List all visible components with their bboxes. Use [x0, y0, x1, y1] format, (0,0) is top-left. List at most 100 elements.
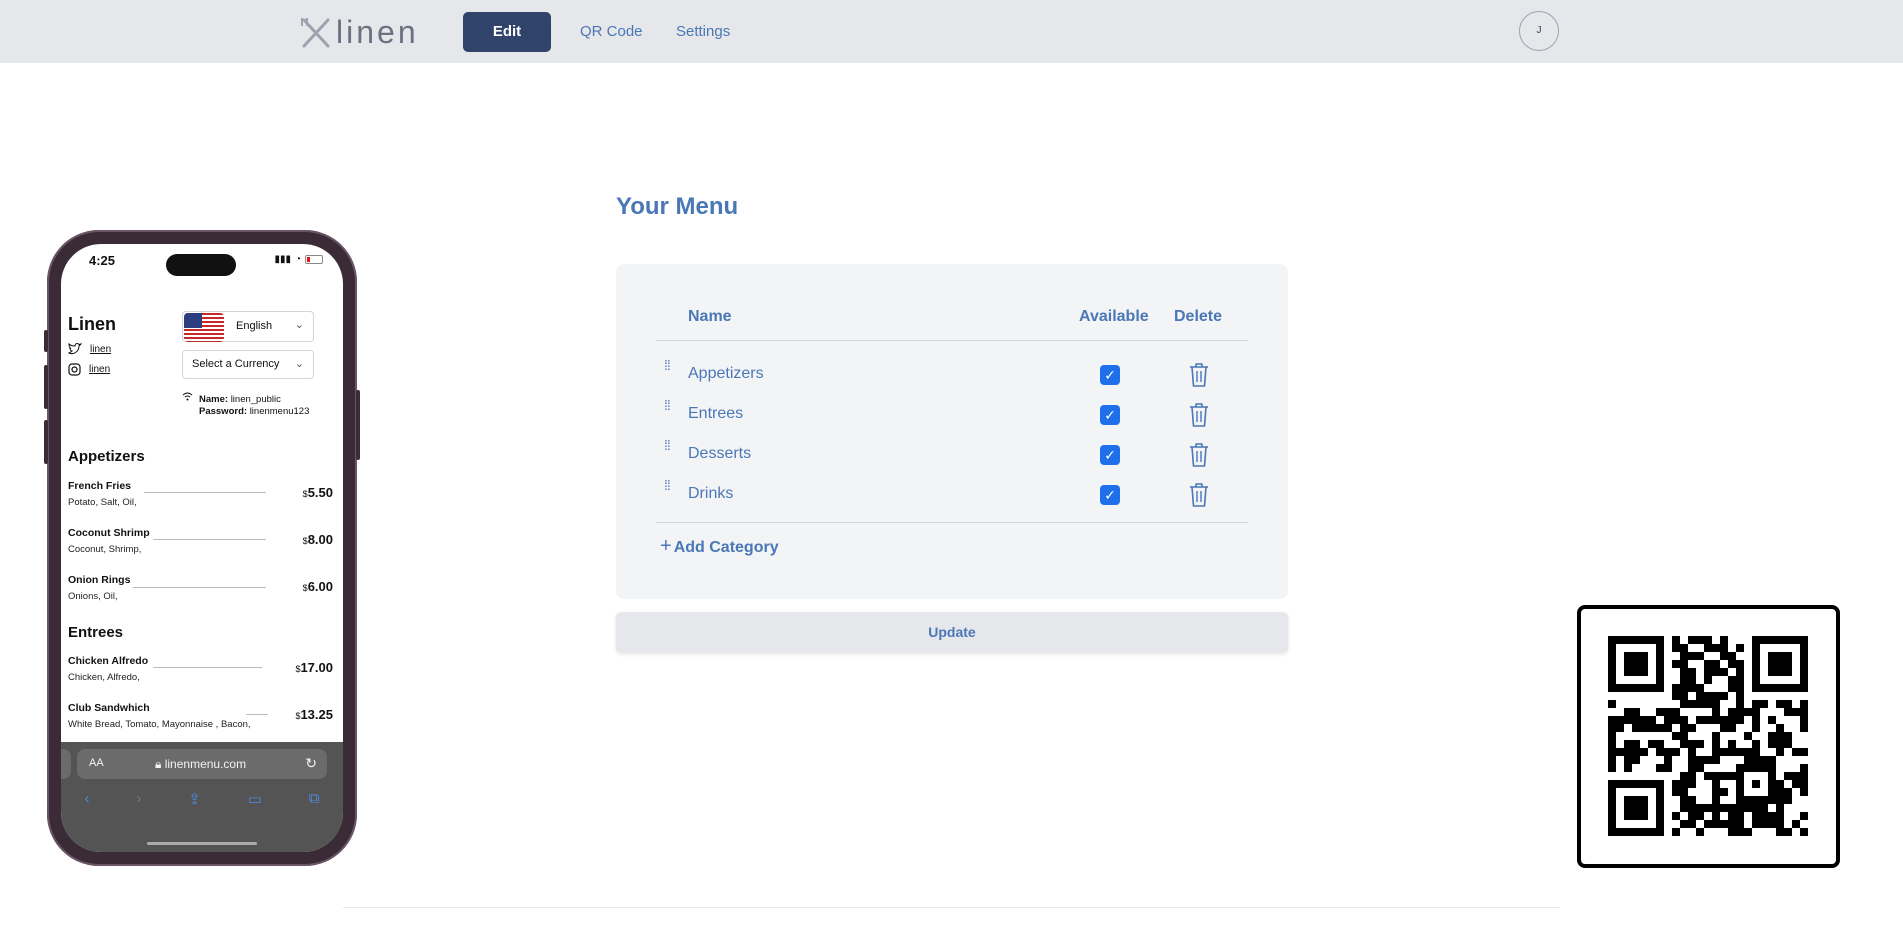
page-title: Your Menu — [616, 193, 739, 220]
us-flag-icon — [184, 313, 224, 342]
available-checkbox[interactable]: ✓ — [1100, 405, 1120, 425]
phone-side-button — [44, 365, 48, 409]
category-name[interactable]: Entrees — [688, 405, 743, 423]
back-icon[interactable]: ‹ — [84, 790, 89, 814]
menu-item-price: $8.00 — [302, 532, 333, 547]
nav-edit-menu[interactable]: Edit Menu — [463, 12, 551, 80]
trash-icon[interactable] — [1187, 482, 1211, 508]
wifi-name-label: Name: — [199, 394, 229, 405]
menu-section-title: Entrees — [68, 624, 124, 641]
price-leader — [133, 587, 266, 588]
wifi-status-icon: ◔ — [294, 254, 301, 265]
category-row: ⁞⁞ Appetizers ✓ — [616, 356, 1288, 396]
drag-handle-icon[interactable]: ⁞⁞ — [664, 438, 671, 452]
drag-handle-icon[interactable]: ⁞⁞ — [664, 398, 671, 412]
menu-item-desc: Chicken, Alfredo, — [68, 672, 140, 683]
user-avatar[interactable]: J — [1519, 11, 1559, 51]
forward-icon[interactable]: › — [136, 790, 141, 814]
language-value: English — [236, 320, 273, 332]
category-name[interactable]: Desserts — [688, 445, 751, 463]
chevron-down-icon: ⌄ — [294, 319, 304, 331]
available-checkbox[interactable]: ✓ — [1100, 365, 1120, 385]
plus-icon: + — [660, 535, 672, 557]
currency-select[interactable]: Select a Currency ⌄ — [182, 350, 314, 379]
wifi-name: linen_public — [230, 394, 281, 405]
column-header-delete: Delete — [1174, 308, 1223, 325]
add-category-button[interactable]: + Add Category — [660, 535, 779, 558]
menu-item-name: Chicken Alfredo — [68, 655, 149, 667]
drag-handle-icon[interactable]: ⁞⁞ — [664, 478, 671, 492]
category-name[interactable]: Appetizers — [688, 365, 764, 383]
wifi-password-label: Password: — [199, 406, 248, 417]
divider — [656, 522, 1248, 523]
trash-icon[interactable] — [1187, 362, 1211, 388]
menu-item-name: Onion Rings — [68, 574, 131, 586]
update-button[interactable]: Update — [616, 612, 1288, 652]
available-checkbox[interactable]: ✓ — [1100, 445, 1120, 465]
price-leader — [246, 714, 268, 715]
menu-item-desc: Coconut, Shrimp, — [68, 544, 142, 555]
share-icon[interactable]: ⇪ — [188, 790, 201, 814]
menu-item-name: Club Sandwhich — [68, 702, 150, 714]
twitter-icon — [68, 343, 82, 355]
menu-item-price: $17.00 — [295, 660, 333, 675]
price-leader — [144, 492, 266, 493]
reader-aa-button[interactable]: AA — [89, 757, 104, 769]
qr-code-image — [1608, 636, 1808, 836]
wifi-password: linenmenu123 — [249, 406, 310, 417]
utensils-logo-icon — [301, 18, 330, 48]
price-leader — [153, 539, 266, 540]
phone-side-button — [44, 420, 48, 464]
currency-placeholder: Select a Currency — [192, 358, 280, 370]
restaurant-name: Linen — [68, 314, 116, 334]
browser-bottom-bar: AA 🔒︎ linenmenu.com ↻ ‹ › ⇪ ▭ ⧉ — [61, 742, 343, 852]
bookmarks-icon[interactable]: ▭ — [248, 790, 262, 814]
menu-item-name: Coconut Shrimp — [68, 527, 150, 539]
status-time: 4:25 — [89, 253, 116, 268]
phone-screen: 4:25 ▮▮▮ ◔ Linen English ⌄ Select a Curr… — [61, 244, 343, 852]
signal-icon: ▮▮▮ — [274, 254, 291, 265]
price-leader — [153, 667, 262, 668]
category-row: ⁞⁞ Drinks ✓ — [616, 476, 1288, 516]
categories-card: Name Available Delete ⁞⁞ Appetizers ✓ ⁞⁞… — [616, 264, 1288, 599]
wifi-icon — [182, 392, 193, 405]
menu-item-price: $5.50 — [302, 485, 333, 500]
wifi-info: Name: linen_public Password: linenmenu12… — [182, 392, 310, 418]
top-nav: linen Edit Menu QR Code Settings J — [0, 0, 1903, 80]
column-header-available: Available — [1079, 308, 1149, 325]
phone-preview: 4:25 ▮▮▮ ◔ Linen English ⌄ Select a Curr… — [44, 230, 360, 866]
tabs-icon[interactable]: ⧉ — [309, 790, 320, 814]
previous-tab-edge — [61, 749, 71, 779]
available-checkbox[interactable]: ✓ — [1100, 485, 1120, 505]
menu-section-title: Appetizers — [68, 448, 145, 465]
battery-icon — [305, 255, 323, 264]
social-twitter[interactable]: linen — [68, 343, 111, 355]
url-bar[interactable]: AA 🔒︎ linenmenu.com ↻ — [77, 749, 327, 779]
home-indicator — [147, 842, 257, 845]
trash-icon[interactable] — [1187, 442, 1211, 468]
instagram-icon — [68, 363, 81, 376]
logo-text: linen — [336, 13, 419, 50]
drag-handle-icon[interactable]: ⁞⁞ — [664, 358, 671, 372]
add-category-label: Add Category — [673, 539, 779, 556]
phone-side-button — [356, 390, 360, 460]
nav-settings[interactable]: Settings — [664, 12, 742, 52]
trash-icon[interactable] — [1187, 402, 1211, 428]
menu-item-price: $6.00 — [302, 579, 333, 594]
column-header-name: Name — [688, 308, 732, 325]
logo[interactable]: linen — [300, 14, 419, 50]
nav-qr-code[interactable]: QR Code — [568, 12, 655, 52]
twitter-link[interactable]: linen — [90, 344, 111, 355]
social-instagram[interactable]: linen — [68, 363, 110, 376]
category-name[interactable]: Drinks — [688, 485, 733, 503]
phone-side-button — [44, 330, 48, 352]
divider — [656, 340, 1248, 341]
dynamic-island — [166, 254, 236, 276]
qr-code-frame — [1577, 605, 1840, 868]
menu-item-desc: White Bread, Tomato, Mayonnaise , Bacon, — [68, 719, 251, 730]
menu-item-desc: Onions, Oil, — [68, 591, 118, 602]
footer-divider — [343, 907, 1560, 908]
instagram-link[interactable]: linen — [89, 364, 110, 375]
browser-toolbar: ‹ › ⇪ ▭ ⧉ — [61, 790, 343, 814]
reload-icon[interactable]: ↻ — [305, 755, 317, 772]
